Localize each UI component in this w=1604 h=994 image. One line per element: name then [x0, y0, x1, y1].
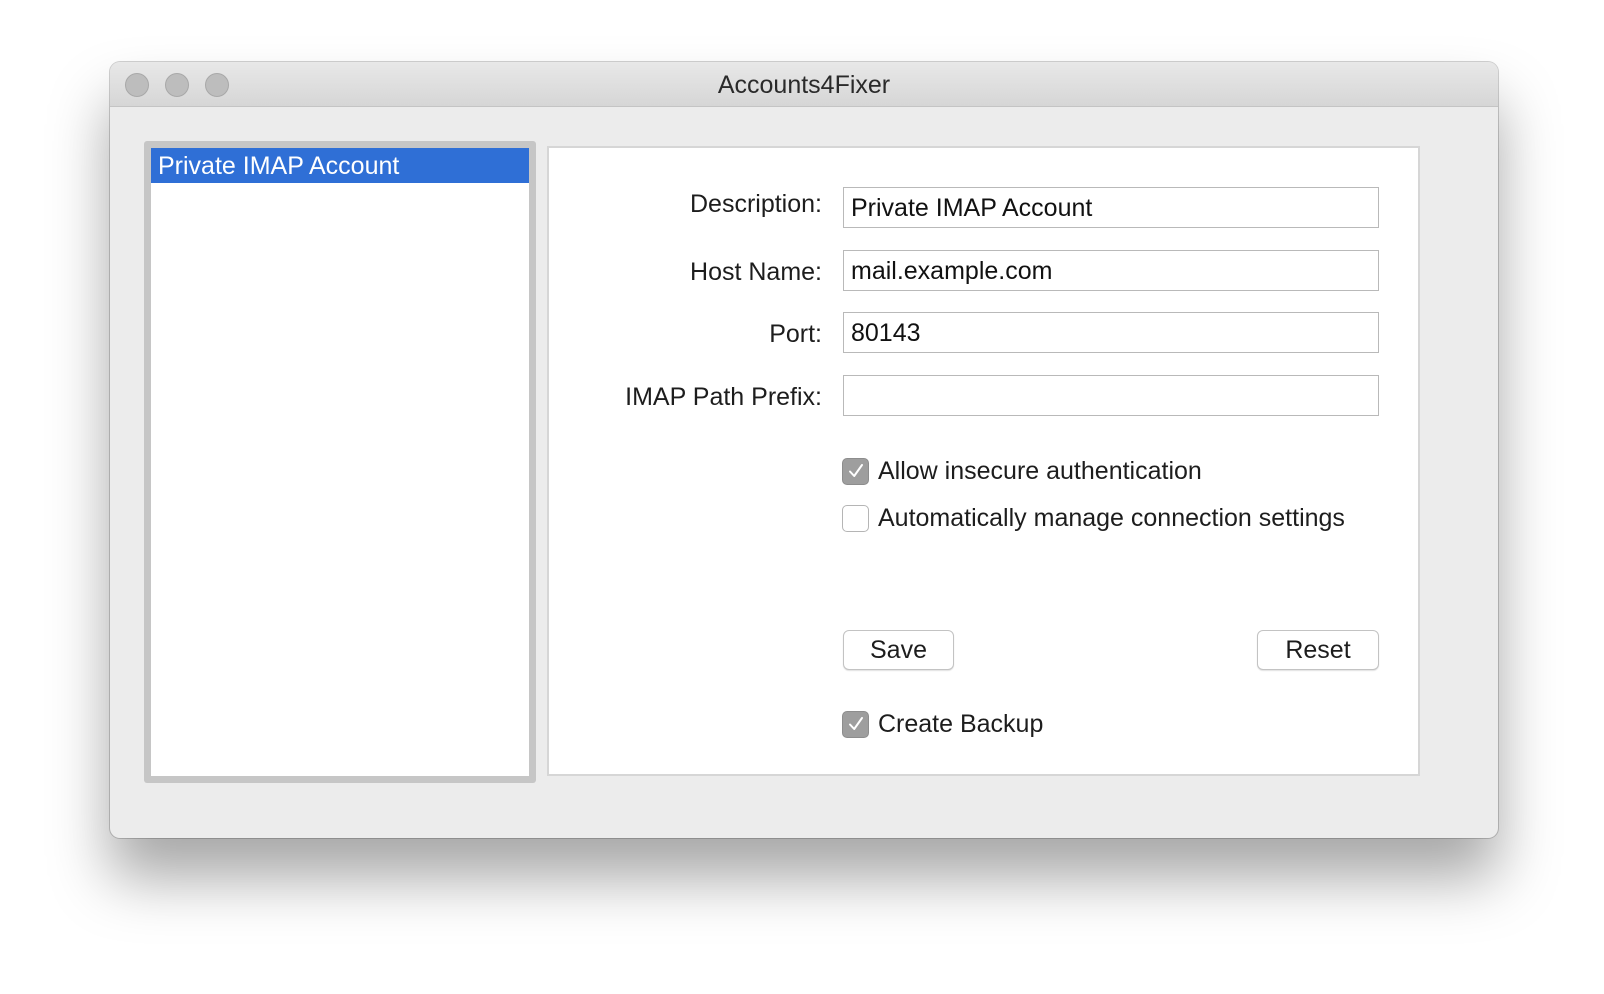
title-bar[interactable]: Accounts4Fixer — [110, 62, 1498, 107]
create-backup-label: Create Backup — [878, 709, 1044, 738]
auto-manage-connection-row[interactable]: Automatically manage connection settings — [842, 503, 1345, 533]
save-button[interactable]: Save — [843, 630, 954, 670]
account-detail-panel: Description: Host Name: Port: IMAP Path … — [547, 146, 1420, 776]
allow-insecure-auth-row[interactable]: Allow insecure authentication — [842, 456, 1202, 486]
description-label: Description: — [690, 190, 822, 218]
account-list-item-private-imap[interactable]: Private IMAP Account — [151, 148, 529, 183]
imap-path-prefix-field[interactable] — [843, 375, 1379, 416]
account-list[interactable]: Private IMAP Account — [151, 148, 529, 776]
checkmark-icon — [848, 717, 863, 730]
create-backup-row[interactable]: Create Backup — [842, 709, 1043, 739]
port-field[interactable] — [843, 312, 1379, 353]
app-window: Accounts4Fixer Private IMAP Account Desc… — [110, 62, 1498, 838]
checkmark-icon — [848, 464, 863, 477]
imap-path-prefix-label: IMAP Path Prefix: — [625, 383, 822, 411]
allow-insecure-auth-label: Allow insecure authentication — [878, 456, 1202, 485]
create-backup-checkbox[interactable] — [842, 710, 869, 738]
account-list-container: Private IMAP Account — [144, 141, 536, 783]
auto-manage-connection-checkbox[interactable] — [842, 504, 869, 532]
allow-insecure-auth-checkbox[interactable] — [842, 457, 869, 485]
host-name-label: Host Name: — [690, 258, 822, 286]
auto-manage-connection-label: Automatically manage connection settings — [878, 503, 1345, 532]
reset-button[interactable]: Reset — [1257, 630, 1379, 670]
host-name-field[interactable] — [843, 250, 1379, 291]
description-field[interactable] — [843, 187, 1379, 228]
window-title: Accounts4Fixer — [717, 71, 891, 99]
port-label: Port: — [769, 320, 822, 348]
